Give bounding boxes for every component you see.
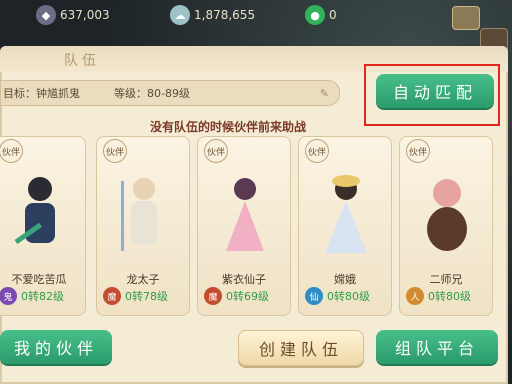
partner-badge: 伙伴 bbox=[0, 139, 23, 163]
partner-card[interactable]: 伙伴 龙太子 魔 0转78级 bbox=[96, 136, 190, 316]
create-team-button[interactable]: 创建队伍 bbox=[238, 330, 364, 366]
partner-list: 伙伴 不爱吃苦瓜 鬼 0转82级 伙伴 龙太子 魔 0转78级 伙伴 紫衣仙子 … bbox=[0, 136, 512, 316]
silver-currency: ◆ 637,003 bbox=[36, 4, 110, 26]
partner-portrait bbox=[14, 177, 55, 245]
school-icon: 人 bbox=[406, 287, 424, 305]
level-text: 0转80级 bbox=[428, 290, 471, 303]
page-title: 队伍 bbox=[64, 53, 100, 69]
hint-text: 没有队伍的时候伙伴前来助战 bbox=[150, 120, 307, 134]
partner-badge: 伙伴 bbox=[305, 139, 329, 163]
partner-card[interactable]: 伙伴 不爱吃苦瓜 鬼 0转82级 bbox=[0, 136, 86, 316]
level-text: 0转78级 bbox=[125, 290, 168, 303]
level-text: 0转69级 bbox=[226, 290, 269, 303]
partner-name: 不爱吃苦瓜 bbox=[11, 273, 67, 286]
partner-portrait bbox=[427, 179, 467, 251]
silver-coin-icon: ◆ bbox=[36, 5, 56, 25]
target-label: 目标：钟馗抓鬼 bbox=[3, 87, 80, 100]
school-icon: 鬼 bbox=[0, 287, 17, 305]
school-icon: 魔 bbox=[103, 287, 121, 305]
partner-name: 嫦娥 bbox=[334, 273, 356, 286]
level-text: 0转80级 bbox=[327, 290, 370, 303]
partner-badge: 伙伴 bbox=[103, 139, 127, 163]
partner-card[interactable]: 伙伴 二师兄 人 0转80级 bbox=[399, 136, 493, 316]
school-icon: 仙 bbox=[305, 287, 323, 305]
partner-portrait bbox=[325, 175, 367, 253]
school-icon: 魔 bbox=[204, 287, 222, 305]
level-label: 等级：80-89级 bbox=[114, 87, 190, 100]
partner-card[interactable]: 伙伴 嫦娥 仙 0转80级 bbox=[298, 136, 392, 316]
partner-badge: 伙伴 bbox=[406, 139, 430, 163]
jade-amount: 0 bbox=[329, 8, 337, 22]
partner-level: 魔 0转69级 bbox=[204, 287, 269, 305]
partner-badge: 伙伴 bbox=[204, 139, 228, 163]
jade-currency: ● 0 bbox=[305, 4, 337, 26]
cloud-coin-icon: ☁ bbox=[170, 5, 190, 25]
highlight-box bbox=[364, 64, 500, 126]
silver-amount: 637,003 bbox=[60, 8, 110, 22]
edit-icon[interactable]: ✎ bbox=[320, 87, 329, 100]
partner-portrait bbox=[121, 178, 157, 251]
target-bar[interactable]: 目标：钟馗抓鬼 等级：80-89级 ✎ bbox=[0, 80, 340, 106]
jade-icon: ● bbox=[305, 5, 325, 25]
partner-name: 紫衣仙子 bbox=[222, 273, 266, 286]
team-platform-button[interactable]: 组队平台 bbox=[376, 330, 498, 364]
partner-name: 龙太子 bbox=[126, 273, 160, 286]
cloud-currency: ☁ 1,878,655 bbox=[170, 4, 255, 26]
cloud-amount: 1,878,655 bbox=[194, 8, 256, 22]
partner-level: 魔 0转78级 bbox=[103, 287, 168, 305]
partner-level: 鬼 0转82级 bbox=[0, 287, 64, 305]
partner-level: 人 0转80级 bbox=[406, 287, 471, 305]
partner-portrait bbox=[226, 178, 264, 251]
partner-card[interactable]: 伙伴 紫衣仙子 魔 0转69级 bbox=[197, 136, 291, 316]
menu-icon[interactable] bbox=[452, 6, 480, 30]
partner-level: 仙 0转80级 bbox=[305, 287, 370, 305]
my-partners-button[interactable]: 我的伙伴 bbox=[0, 330, 112, 364]
level-text: 0转82级 bbox=[21, 290, 64, 303]
partner-name: 二师兄 bbox=[429, 273, 463, 286]
